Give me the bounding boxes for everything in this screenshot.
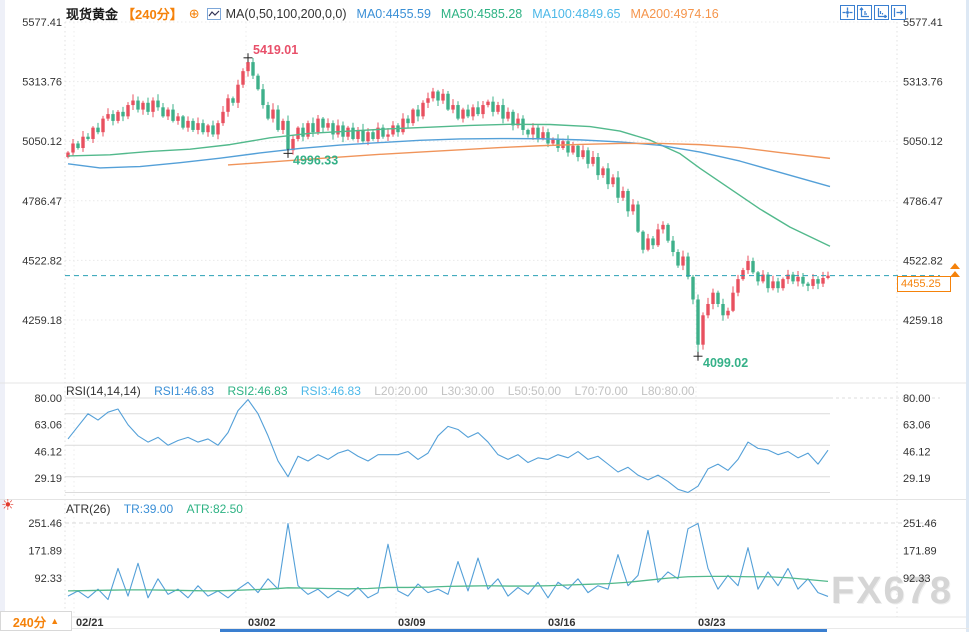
atr-axis-label-left: 171.89 [28,546,62,558]
ma200-value: MA200:4974.16 [630,7,718,21]
crosshair-icon[interactable] [840,5,855,20]
atr-axis-label-right: 171.89 [903,546,937,558]
rsi-axis-label-right: 63.06 [903,420,931,432]
chart-canvas[interactable]: 5419.01 4996.33 4099.02 5577.41 5577.41 5313.… [0,0,969,632]
rsi-axis-label-right: 29.19 [903,473,931,485]
timeframe-selector-label: 240分 [13,612,46,631]
chart-header: 现货黄金 【240分】 ⊕ MA(0,50,100,200,0,0) MA0:4… [66,5,719,22]
main-axis-label-right: 4786.47 [903,196,943,208]
rsi-level-l30: L30:30.00 [441,384,494,398]
current-price-badge: 4455.25 [897,276,951,292]
rsi-axis-label-right: 80.00 [903,393,931,405]
chart-toolbar [840,5,906,20]
rsi-axis-label-left: 80.00 [34,393,62,405]
atr-axis-label-left: 251.46 [28,518,62,530]
ma0-value: MA0:4455.59 [357,7,431,21]
price-annotations: 5419.01 4996.33 4099.02 [244,43,749,370]
main-axis-label-left: 4786.47 [22,196,62,208]
main-axis-label-right: 4522.82 [903,255,943,267]
timeframe-dropdown-arrow-icon: ▲ [50,616,59,626]
scroll-to-latest-icon[interactable] [950,263,960,279]
tr-value: TR:39.00 [124,502,173,516]
ma50-value: MA50:4585.28 [441,7,522,21]
atr-axis-label-left: 92.33 [34,573,62,585]
main-axis-label-right: 5577.41 [903,17,943,29]
candlestick-series [66,58,829,356]
atr-header: ATR(26) TR:39.00 ATR:82.50 [66,502,243,516]
mini-chart-icon[interactable] [207,8,221,20]
timeframe-label[interactable]: 【240分】 [122,4,183,23]
rsi-level-l20: L20:20.00 [374,384,427,398]
annotation-4099.02: 4099.02 [703,356,748,370]
rsi-level-l70: L70:70.00 [574,384,627,398]
rsi-level-l50: L50:50.00 [508,384,561,398]
main-axis-label-left: 5050.12 [22,136,62,148]
atr-line [68,576,828,591]
annotation-5419.01: 5419.01 [253,43,298,57]
rsi-axis-label-left: 63.06 [34,420,62,432]
rsi-axis-label-left: 46.12 [34,446,62,458]
main-axis-label-right: 5050.12 [903,136,943,148]
main-axis-label-right: 4259.18 [903,315,943,327]
main-axis-label-left: 4259.18 [22,315,62,327]
rsi2-value: RSI2:46.83 [227,384,287,398]
theme-sun-icon[interactable]: ☀ [1,498,14,514]
atr-axis-label-right: 92.33 [903,573,931,585]
rsi-header: RSI(14,14,14) RSI1:46.83 RSI2:46.83 RSI3… [66,384,695,398]
main-axis-label-left: 5577.41 [22,17,62,29]
main-axis-label-left: 4522.82 [22,255,62,267]
rsi-level-l80: L80:80.00 [641,384,694,398]
axis-scale-x-icon[interactable] [874,5,889,20]
rsi-indicator-label[interactable]: RSI(14,14,14) [66,384,141,398]
atr-value: ATR:82.50 [187,502,243,516]
rsi3-value: RSI3:46.83 [301,384,361,398]
rsi-axis-label-right: 46.12 [903,446,931,458]
atr-axis-label-right: 251.46 [903,518,937,530]
ma50-line [68,124,830,246]
main-axis-label-left: 5313.76 [22,77,62,89]
main-axis-label-right: 5313.76 [903,77,943,89]
annotation-4996.33: 4996.33 [293,153,338,167]
atr-indicator-label[interactable]: ATR(26) [66,502,110,516]
instrument-title: 现货黄金 [66,4,118,23]
ma-indicator-label[interactable]: MA(0,50,100,200,0,0) [226,7,347,21]
pan-right-icon[interactable] [891,5,906,20]
add-indicator-icon[interactable]: ⊕ [189,6,200,22]
rsi1-value: RSI1:46.83 [154,384,214,398]
rsi-axis-label-left: 29.19 [34,473,62,485]
ma100-value: MA100:4849.65 [532,7,620,21]
axis-scale-y-icon[interactable] [857,5,872,20]
tr-line [68,524,828,600]
timeframe-selector[interactable]: 240分 ▲ [0,611,72,631]
